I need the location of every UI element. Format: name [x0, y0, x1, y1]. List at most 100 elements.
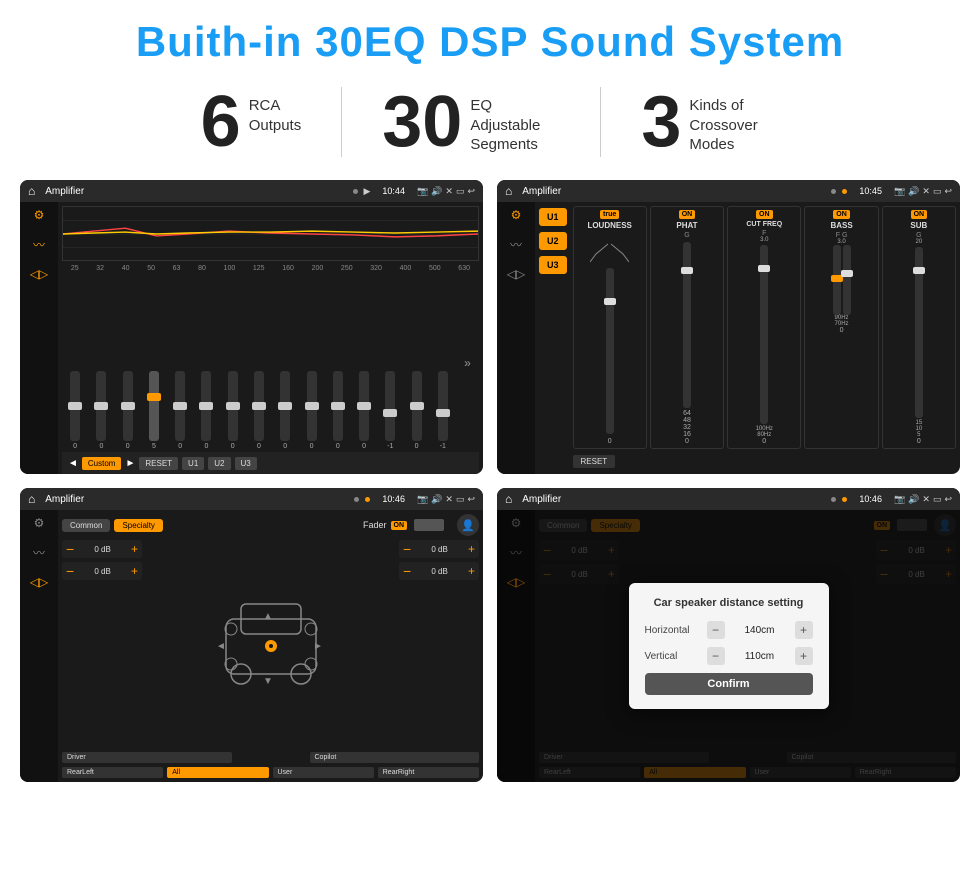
stat-rca-text: RCA Outputs	[249, 86, 302, 135]
fader-db-val-2: 0 dB	[77, 567, 128, 576]
status-bar-1: ⌂ Amplifier ▶ 10:44 📷 🔊 ✕ ▭ ↩	[20, 180, 483, 202]
stat-rca: 6 RCA Outputs	[161, 86, 342, 158]
amp-u3-btn[interactable]: U3	[539, 256, 567, 274]
svg-text:◄: ◄	[216, 641, 226, 652]
fader-db-val-3: 0 dB	[414, 545, 465, 554]
dialog-vertical-row: Vertical − 110cm +	[645, 647, 813, 665]
back-icon: ↩	[467, 186, 475, 197]
vertical-label: Vertical	[645, 651, 703, 662]
eq-prev-btn[interactable]: ◄	[68, 458, 78, 469]
screen-amp: ⌂ Amplifier 10:45 📷 🔊 ✕ ▭ ↩ ⚙ 〰 ◁▷ U1 U2	[497, 180, 960, 474]
status-dot-orange-2	[842, 189, 847, 194]
zone-user[interactable]: User	[273, 767, 374, 778]
amp-wave-icon[interactable]: 〰	[510, 236, 522, 253]
fader-eq-icon[interactable]: ⚙	[34, 516, 45, 530]
eq-slider-12: -1	[385, 371, 395, 450]
fader-plus-3[interactable]: +	[468, 543, 475, 555]
fader-minus-4[interactable]: −	[403, 564, 411, 578]
vertical-plus-btn[interactable]: +	[795, 647, 813, 665]
volume-icon-2: 🔊	[908, 186, 919, 197]
loudness-val: 0	[608, 438, 612, 445]
cutfreq-label: CUT FREQ	[746, 221, 782, 228]
eq-u3-btn[interactable]: U3	[235, 457, 257, 470]
loudness-slider[interactable]	[606, 268, 614, 434]
vertical-minus-btn[interactable]: −	[707, 647, 725, 665]
status-icons-4: 📷 🔊 ✕ ▭ ↩	[894, 494, 952, 505]
eq-wave-icon[interactable]: 〰	[33, 236, 45, 253]
amp-u2-btn[interactable]: U2	[539, 232, 567, 250]
confirm-button[interactable]: Confirm	[645, 673, 813, 695]
phat-slider[interactable]	[683, 242, 691, 408]
fader-vol-icon[interactable]: ◁▷	[30, 575, 48, 589]
cutfreq-fg: F	[762, 230, 766, 237]
home-icon-4: ⌂	[505, 492, 512, 506]
phat-val3: 16	[683, 431, 691, 438]
phat-g-label: G	[684, 232, 689, 239]
bass-slider-g[interactable]	[843, 245, 851, 315]
fader-settings-icon[interactable]: 👤	[457, 514, 479, 536]
fader-plus-4[interactable]: +	[468, 565, 475, 577]
amp-u-buttons: U1 U2 U3	[535, 202, 571, 474]
status-dot-1	[353, 189, 358, 194]
eq-u1-btn[interactable]: U1	[182, 457, 204, 470]
eq-slider-1: 0	[96, 371, 106, 450]
fader-specialty-tab[interactable]: Specialty	[114, 519, 162, 532]
eq-vol-icon[interactable]: ◁▷	[30, 267, 48, 281]
horizontal-plus-btn[interactable]: +	[795, 621, 813, 639]
fader-minus-2[interactable]: −	[66, 564, 74, 578]
fader-sidebar: ⚙ 〰 ◁▷	[20, 510, 58, 782]
svg-text:▼: ▼	[263, 676, 273, 687]
fader-main: Common Specialty Fader ON 👤 − 0 dB +	[58, 510, 483, 782]
loudness-curve-svg2	[611, 234, 629, 264]
zone-driver[interactable]: Driver	[62, 752, 232, 763]
camera-icon: 📷	[417, 186, 428, 197]
status-icons-2: 📷 🔊 ✕ ▭ ↩	[894, 186, 952, 197]
loudness-curves	[576, 234, 644, 264]
status-time-1: 10:44	[382, 186, 405, 196]
zone-all[interactable]: All	[167, 767, 268, 778]
loudness-on-badge: true	[600, 210, 619, 219]
amp-filter-icon[interactable]: ⚙	[511, 208, 522, 222]
stat-crossover: 3 Kinds of Crossover Modes	[601, 86, 819, 158]
close-icon-4: ✕	[922, 494, 930, 505]
eq-reset-btn[interactable]: RESET	[139, 457, 178, 470]
home-icon: ⌂	[28, 184, 35, 198]
fader-common-tab[interactable]: Common	[62, 519, 110, 532]
fader-plus-1[interactable]: +	[131, 543, 138, 555]
phat-scale: 64	[683, 410, 691, 417]
fader-top-row: Common Specialty Fader ON 👤	[62, 514, 479, 536]
fader-minus-3[interactable]: −	[403, 542, 411, 556]
fader-plus-2[interactable]: +	[131, 565, 138, 577]
status-dot-orange-3	[365, 497, 370, 502]
eq-slider-2: 0	[123, 371, 133, 450]
zone-copilot[interactable]: Copilot	[310, 752, 480, 763]
window-icon: ▭	[456, 186, 465, 197]
horizontal-minus-btn[interactable]: −	[707, 621, 725, 639]
zone-rearright[interactable]: RearRight	[378, 767, 479, 778]
phat-val: 48	[683, 417, 691, 424]
volume-icon-3: 🔊	[431, 494, 442, 505]
eq-filter-icon[interactable]: ⚙	[34, 208, 45, 222]
fader-minus-1[interactable]: −	[66, 542, 74, 556]
eq-next-btn[interactable]: ►	[125, 458, 135, 469]
bass-slider-f[interactable]	[833, 245, 841, 315]
bass-val: 0	[840, 327, 844, 334]
cutfreq-slider[interactable]	[760, 245, 768, 424]
status-icons-3: 📷 🔊 ✕ ▭ ↩	[417, 494, 475, 505]
eq-u2-btn[interactable]: U2	[208, 457, 230, 470]
sub-slider[interactable]	[915, 247, 923, 418]
amp-u1-btn[interactable]: U1	[539, 208, 567, 226]
status-time-4: 10:46	[859, 494, 882, 504]
app-name-3: Amplifier	[45, 494, 348, 505]
zone-rearleft[interactable]: RearLeft	[62, 767, 163, 778]
fader-wave-icon[interactable]: 〰	[33, 544, 45, 561]
back-icon-2: ↩	[944, 186, 952, 197]
amp-channel-cutfreq: ON CUT FREQ F 3.0 100Hz 80Hz 0	[727, 206, 801, 449]
amp-vol-icon[interactable]: ◁▷	[507, 267, 525, 281]
bass-on-badge: ON	[833, 210, 850, 219]
stat-crossover-number: 3	[641, 86, 681, 158]
camera-icon-2: 📷	[894, 186, 905, 197]
amp-reset-btn[interactable]: RESET	[573, 455, 616, 468]
eq-custom-btn[interactable]: Custom	[82, 457, 122, 470]
fader-slider-mini[interactable]	[414, 519, 444, 531]
